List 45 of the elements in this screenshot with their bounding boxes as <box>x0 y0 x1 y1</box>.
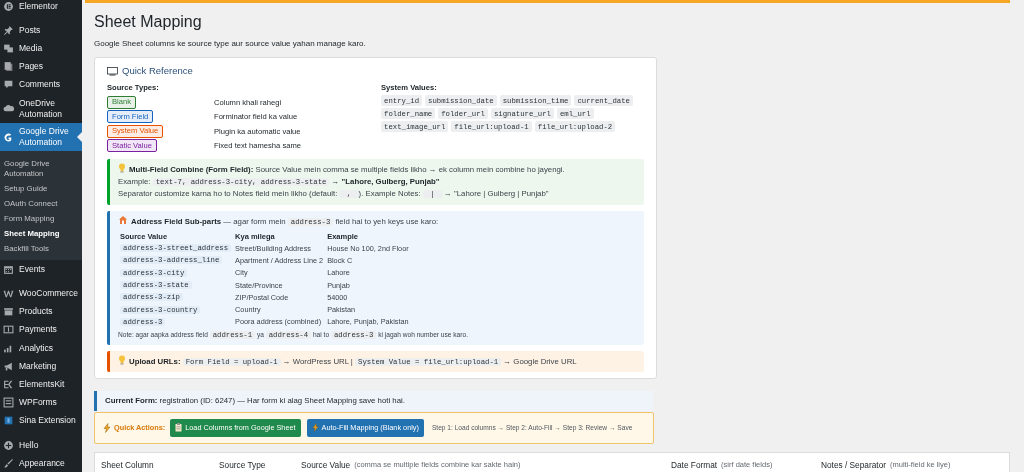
menu-item[interactable]: Analytics <box>0 338 82 358</box>
clipboard-icon <box>175 423 183 433</box>
page-description: Google Sheet columns ke source type aur source value yahan manage karo. <box>94 38 367 50</box>
light-bulb-icon <box>118 355 126 366</box>
menu-item[interactable]: OneDrive Automation <box>0 93 82 124</box>
menu-item[interactable]: Marketing <box>0 357 82 376</box>
menu-item[interactable]: Products <box>0 302 82 321</box>
light-bulb-icon <box>118 163 126 173</box>
column-header: Source Type <box>219 459 266 470</box>
menu-item[interactable]: Events <box>0 260 82 279</box>
menu-item[interactable]: Pages <box>0 57 82 76</box>
menu-item[interactable]: Hello <box>0 435 82 454</box>
lightning-icon <box>311 423 319 433</box>
media-icon <box>3 43 14 55</box>
archive-icon <box>3 306 14 318</box>
pages-icon <box>3 61 14 73</box>
column-header: Source Value <box>301 459 351 470</box>
menu-item[interactable]: Google Drive Automation <box>0 123 82 152</box>
zigzag-icon <box>3 288 14 299</box>
menu-item[interactable]: Appearance <box>0 454 82 472</box>
square-icon <box>3 415 14 427</box>
plus-circle-icon <box>3 439 14 451</box>
brush-icon <box>3 457 14 469</box>
column-header: Sheet Column <box>101 459 154 470</box>
menu-item[interactable]: Media <box>0 39 82 58</box>
menu-item[interactable]: Posts <box>0 21 82 40</box>
megaphone-icon <box>3 360 14 372</box>
menu-item[interactable]: Payments <box>0 320 82 339</box>
pin-icon <box>3 24 14 36</box>
form-icon <box>3 397 14 409</box>
menu-item[interactable]: WooCommerce <box>0 284 82 303</box>
column-header: Date Format <box>671 459 718 470</box>
card-title: Quick Reference <box>122 64 193 78</box>
speech-bubble-icon <box>3 79 14 91</box>
calendar-icon <box>3 263 14 275</box>
menu-item[interactable]: WPForms <box>0 393 82 412</box>
menu-item[interactable]: Comments <box>0 75 82 94</box>
column-header: Notes / Separator <box>821 459 887 470</box>
bracket-icon <box>3 378 14 390</box>
menu-item[interactable]: Sina Extension <box>0 411 82 430</box>
page-title: Sheet Mapping <box>94 12 203 32</box>
menu-item[interactable]: ElementsKit <box>0 375 82 394</box>
lightning-icon <box>103 422 111 433</box>
house-icon <box>118 214 128 225</box>
menu-item[interactable]: Elementor <box>0 0 82 16</box>
